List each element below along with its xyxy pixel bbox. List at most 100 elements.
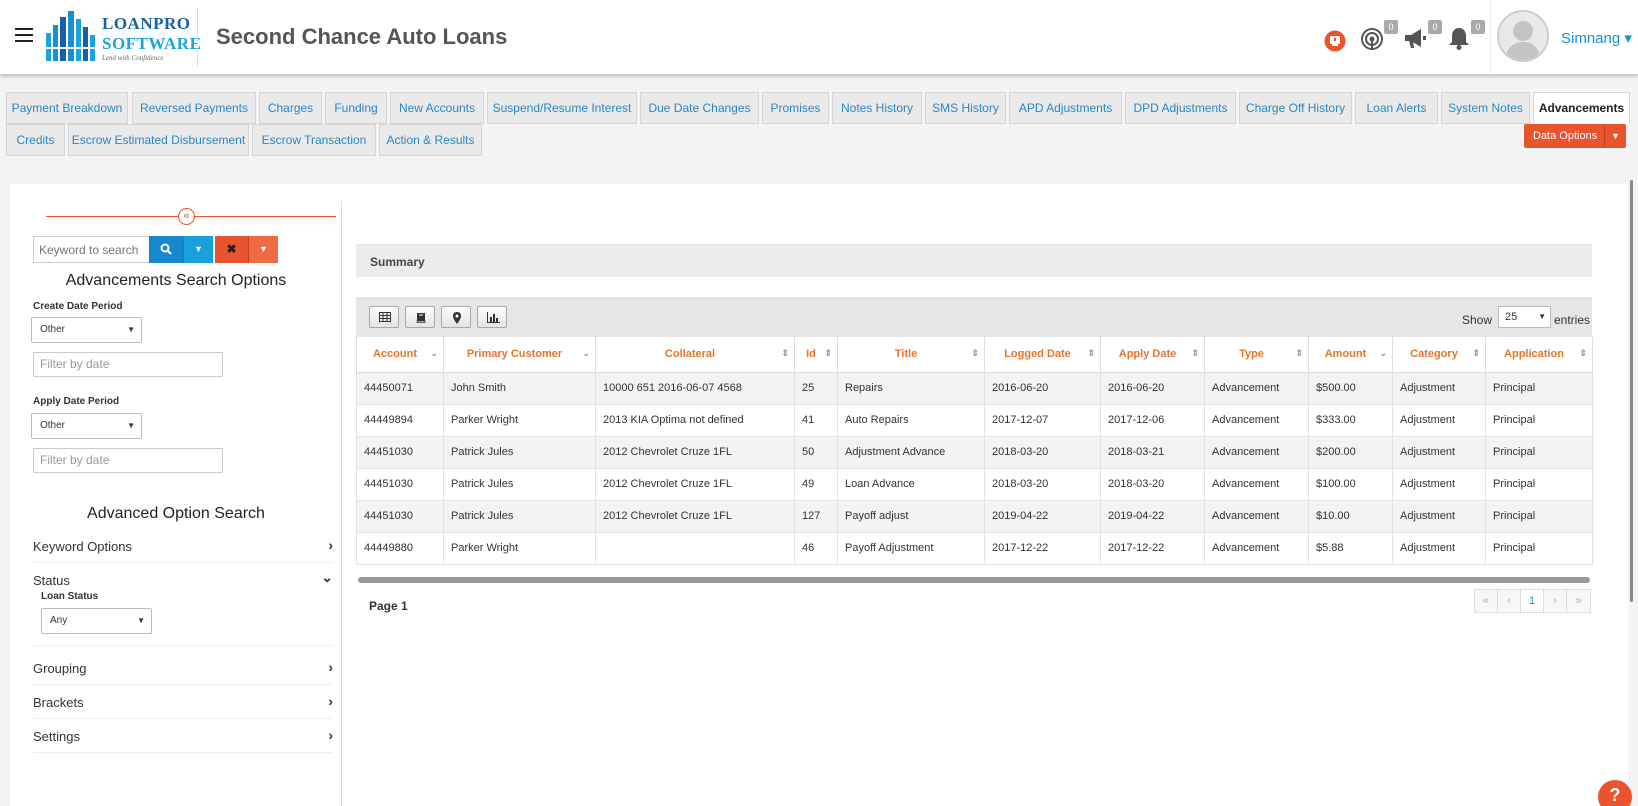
sort-icon: ⇕ (1579, 348, 1587, 358)
tab-notes-history[interactable]: Notes History (832, 92, 922, 124)
tab-escrow-transaction[interactable]: Escrow Transaction (252, 124, 376, 156)
column-header-account[interactable]: Account ⌄ (356, 337, 444, 373)
tab-sms-history[interactable]: SMS History (925, 92, 1006, 124)
next-page-button[interactable]: › (1544, 590, 1567, 612)
grouping-toggle[interactable]: Grouping › (33, 653, 333, 685)
help-button[interactable]: ? (1598, 780, 1632, 806)
tab-charges[interactable]: Charges (259, 92, 322, 124)
column-header-amount[interactable]: Amount ⌄ (1308, 337, 1393, 373)
last-page-button[interactable]: » (1567, 590, 1590, 612)
horizontal-scrollbar[interactable] (358, 577, 1590, 583)
column-header-application[interactable]: Application ⇕ (1485, 337, 1593, 373)
apply-date-filter-input[interactable]: Filter by date (33, 448, 223, 473)
column-header-category[interactable]: Category ⇕ (1392, 337, 1486, 373)
table-row[interactable]: 44451030 Patrick Jules 2012 Chevrolet Cruz… (356, 499, 1593, 533)
map-marker-icon (453, 312, 461, 324)
tab-system-notes[interactable]: System Notes (1441, 92, 1530, 124)
collapse-sidebar-icon[interactable]: « (178, 208, 195, 225)
chart-view-button[interactable] (477, 306, 507, 328)
tab-charge-off-history[interactable]: Charge Off History (1239, 92, 1352, 124)
create-date-filter-input[interactable]: Filter by date (33, 352, 223, 377)
tab-dpd-adjustments[interactable]: DPD Adjustments (1125, 92, 1236, 124)
alert-icon[interactable] (1324, 30, 1346, 52)
column-header-id[interactable]: Id ⇕ (794, 337, 838, 373)
tab-reversed-payments[interactable]: Reversed Payments (132, 92, 256, 124)
status-toggle[interactable]: Status ⌄ Loan Status Any ▼ (33, 565, 333, 646)
notification-badge-1: 0 (1384, 20, 1398, 34)
column-header-collateral[interactable]: Collateral ⇕ (595, 337, 795, 373)
tab-suspend-resume-interest[interactable]: Suspend/Resume Interest (487, 92, 637, 124)
settings-toggle[interactable]: Settings › (33, 721, 333, 753)
tab-funding[interactable]: Funding (325, 92, 387, 124)
vertical-scrollbar[interactable] (1630, 180, 1633, 602)
previous-page-button[interactable]: ‹ (1498, 590, 1521, 612)
summary-label: Summary (370, 255, 425, 269)
tab-credits[interactable]: Credits (6, 124, 65, 156)
column-header-primary-customer[interactable]: Primary Customer ⌄ (443, 337, 596, 373)
column-header-logged-date[interactable]: Logged Date ⇕ (984, 337, 1101, 373)
bell-icon[interactable] (1447, 26, 1471, 50)
tab-due-date-changes[interactable]: Due Date Changes (640, 92, 759, 124)
table-row[interactable]: 44449880 Parker Wright 46 Payoff Adjustment… (356, 531, 1593, 565)
table-cell: Principal (1485, 435, 1593, 469)
first-page-button[interactable]: « (1475, 590, 1498, 612)
tab-escrow-estimated-disbursement[interactable]: Escrow Estimated Disbursement (68, 124, 249, 156)
user-menu[interactable]: Simnang ▾ (1561, 29, 1632, 47)
chevron-right-icon: › (328, 537, 333, 553)
tab-loan-alerts[interactable]: Loan Alerts (1355, 92, 1438, 124)
tab-action-results[interactable]: Action & Results (379, 124, 482, 156)
settings-label: Settings (33, 729, 80, 744)
table-cell: 2018-03-20 (984, 435, 1101, 469)
table-view-button[interactable] (369, 306, 399, 328)
grouping-label: Grouping (33, 661, 87, 676)
table-row[interactable]: 44451030 Patrick Jules 2012 Chevrolet Cruz… (356, 435, 1593, 469)
avatar[interactable] (1497, 10, 1549, 62)
hamburger-menu-icon[interactable] (15, 28, 33, 42)
table-cell: Advancement (1204, 435, 1309, 469)
clear-search-button[interactable]: ✖ (215, 236, 248, 263)
tab-new-accounts[interactable]: New Accounts (390, 92, 484, 124)
column-label: Apply Date (1118, 348, 1177, 361)
tab-promises[interactable]: Promises (762, 92, 829, 124)
loan-status-select[interactable]: Any ▼ (41, 608, 152, 634)
apply-date-period-select[interactable]: Other ▼ (31, 413, 142, 439)
summary-bar[interactable]: Summary (356, 244, 1592, 277)
table-cell: Principal (1485, 499, 1593, 533)
data-options-button[interactable]: Data Options ▼ (1524, 124, 1626, 148)
table-row[interactable]: 44451030 Patrick Jules 2012 Chevrolet Cruz… (356, 467, 1593, 501)
map-view-button[interactable] (441, 306, 471, 328)
search-button[interactable] (149, 236, 183, 263)
tab-payment-breakdown[interactable]: Payment Breakdown (6, 92, 128, 124)
bar-chart-icon (487, 312, 500, 323)
keyword-search-input[interactable] (33, 236, 150, 263)
table-row[interactable]: 44449894 Parker Wright 2013 KIA Optima not… (356, 403, 1593, 437)
keyword-options-toggle[interactable]: Keyword Options › (33, 531, 333, 563)
advanced-search-heading: Advanced Option Search (87, 505, 265, 522)
megaphone-icon[interactable] (1403, 26, 1427, 50)
column-header-title[interactable]: Title ⇕ (837, 337, 985, 373)
column-header-apply-date[interactable]: Apply Date ⇕ (1100, 337, 1205, 373)
fingerprint-icon[interactable] (1360, 26, 1384, 50)
table-row[interactable]: 44450071 John Smith 10000 651 2016-06-07 4… (356, 371, 1593, 405)
logo-line2: SOFTWARE (102, 34, 202, 53)
column-label: Type (1239, 348, 1264, 361)
caret-down-icon[interactable]: ▼ (1604, 124, 1626, 148)
create-date-period-select[interactable]: Other ▼ (31, 317, 142, 343)
chevron-right-icon: › (328, 659, 333, 675)
loanpro-logo[interactable]: LOANPRO SOFTWARE Lend with Confidence (44, 7, 201, 62)
column-header-type[interactable]: Type ⇕ (1204, 337, 1309, 373)
brackets-toggle[interactable]: Brackets › (33, 687, 333, 719)
page-size-select[interactable]: 25 ▼ (1498, 306, 1551, 328)
search-icon (160, 243, 172, 255)
caret-down-icon: ▾ (1624, 30, 1632, 47)
sort-icon: ⌄ (430, 348, 438, 358)
clear-options-dropdown[interactable]: ▼ (248, 236, 278, 263)
search-options-dropdown[interactable]: ▼ (183, 236, 213, 263)
table-cell: Patrick Jules (443, 467, 596, 501)
notification-badge-3: 0 (1471, 20, 1485, 34)
tab-apd-adjustments[interactable]: APD Adjustments (1009, 92, 1122, 124)
tab-advancements[interactable]: Advancements (1533, 92, 1630, 124)
book-view-button[interactable] (405, 306, 435, 328)
page-number-button[interactable]: 1 (1521, 590, 1544, 612)
logo-bars-graphic (44, 11, 102, 61)
